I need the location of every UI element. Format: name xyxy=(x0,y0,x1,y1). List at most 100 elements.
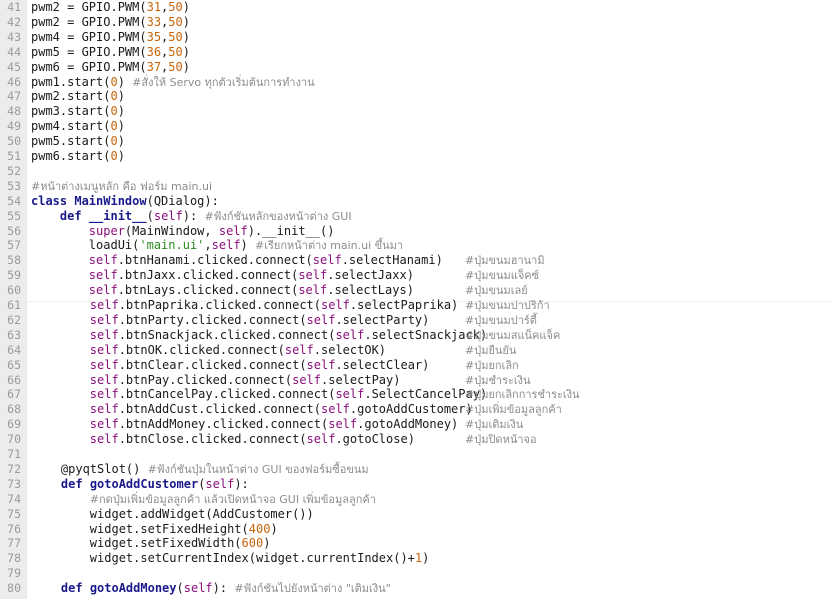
code-token: def xyxy=(60,581,90,596)
code-token: self xyxy=(205,476,235,491)
line-number: 59 xyxy=(7,268,21,283)
code-text: self.btnOK.clicked.connect(self.selectOK… xyxy=(32,343,386,358)
code-text: self.btnSnackjack.clicked.connect(self.s… xyxy=(32,328,487,343)
code-text: pwm2 = GPIO.PWM(31,50) xyxy=(31,0,190,15)
code-token: gotoAddCustomer xyxy=(89,476,199,491)
line-number: 49 xyxy=(7,119,21,134)
code-token: ) xyxy=(182,44,190,59)
code-text: pwm5 = GPIO.PWM(36,50) xyxy=(31,45,190,60)
code-token: self xyxy=(89,417,119,432)
line-number: 79 xyxy=(7,566,21,581)
code-token: self xyxy=(89,432,119,447)
code-token: 33 xyxy=(146,14,162,29)
code-text: @pyqtSlot() #ฟังก์ชันปุ่มในหน้าต่าง GUI … xyxy=(32,462,369,477)
line-number: 71 xyxy=(7,447,21,461)
line-number: 74 xyxy=(7,491,21,506)
code-token: 50 xyxy=(168,59,183,74)
code-token: .btnPaprika.clicked.connect( xyxy=(118,298,321,312)
line-number: 41 xyxy=(7,0,21,14)
code-token: pwm3.start( xyxy=(31,104,111,119)
line-number: 73 xyxy=(7,476,21,491)
code-token: #ฟังก์ชันปุ่มในหน้าต่าง GUI ของฟอร์มซื้อ… xyxy=(147,462,369,476)
line-number: 42 xyxy=(7,14,21,29)
line-number: 66 xyxy=(7,372,21,387)
code-token: self xyxy=(89,402,119,417)
code-token: pwm4 = GPIO.PWM( xyxy=(31,29,147,44)
line-number: 70 xyxy=(7,432,21,447)
code-text: self.btnCancelPay.clicked.connect(self.S… xyxy=(32,387,487,402)
line-number: 78 xyxy=(7,551,21,566)
line-number: 67 xyxy=(7,387,21,402)
code-token: ) xyxy=(182,59,190,74)
code-text: widget.setCurrentIndex(widget.currentInd… xyxy=(32,551,430,566)
inline-comment: #ปุ่มขนมสแน็คแจ็ค xyxy=(465,328,561,342)
code-token: self xyxy=(292,372,321,387)
code-token: .selectParty) xyxy=(335,312,430,327)
line-number: 50 xyxy=(7,134,21,149)
code-token: 37 xyxy=(146,59,162,74)
line-number: 54 xyxy=(7,193,21,208)
code-token: self xyxy=(284,342,314,357)
code-token: #เรียกหน้าต่าง main.ui ขึ้นมา xyxy=(255,239,404,253)
line-number: 60 xyxy=(7,283,21,298)
code-token: #สั่งให้ Servo ทุกตัวเริ่มต้นการทำงาน xyxy=(132,75,315,89)
code-token: self xyxy=(89,342,119,357)
code-text: self.btnPaprika.clicked.connect(self.sel… xyxy=(32,298,458,313)
code-token: pwm2 = GPIO.PWM( xyxy=(31,14,147,29)
code-token: pwm4.start( xyxy=(31,119,111,134)
inline-comment: #ปุ่มยืนยัน xyxy=(465,343,517,357)
line-number: 47 xyxy=(7,89,21,104)
code-token: self xyxy=(89,327,119,342)
code-token: self xyxy=(211,238,241,253)
code-token: ): xyxy=(234,476,249,491)
code-token: ) xyxy=(182,14,190,29)
code-token: def xyxy=(59,208,89,223)
code-text: pwm2.start(0) xyxy=(31,89,125,104)
code-token: pwm1.start( xyxy=(31,74,111,89)
inline-comment: #ปุ่มปิดหน้าจอ xyxy=(465,433,537,447)
code-token: self xyxy=(328,417,358,432)
code-token: class xyxy=(31,193,75,208)
code-token: widget.setCurrentIndex(widget.currentInd… xyxy=(32,551,415,566)
code-token: self xyxy=(183,581,213,596)
code-token: .gotoAddCustomer) xyxy=(349,402,473,417)
code-token: pwm5 = GPIO.PWM( xyxy=(31,44,147,59)
code-token: .btnAddCust.clicked.connect( xyxy=(118,402,321,417)
code-token: .btnAddMoney.clicked.connect( xyxy=(118,417,329,432)
code-text: widget.setFixedHeight(400) xyxy=(32,522,278,537)
code-token: 50 xyxy=(168,44,183,59)
code-token: 50 xyxy=(168,14,183,29)
line-number: 65 xyxy=(7,357,21,372)
code-text: class MainWindow(QDialog): xyxy=(31,194,219,209)
line-number: 58 xyxy=(7,253,21,268)
code-text: #กดปุ่มเพิ่มข้อมูลลูกค้า แล้วเปิดหน้าจอ … xyxy=(32,492,376,507)
code-token: ) xyxy=(117,134,125,149)
line-number: 48 xyxy=(7,104,21,119)
code-token: self xyxy=(89,372,119,387)
code-token: .selectClear) xyxy=(335,357,430,372)
code-token: pwm2.start( xyxy=(31,89,111,104)
code-token: ) xyxy=(117,119,125,134)
code-token: .btnParty.clicked.connect( xyxy=(118,312,307,327)
code-token: self xyxy=(335,387,365,402)
line-number: 72 xyxy=(7,461,21,476)
code-token: self xyxy=(306,357,336,372)
code-token: 0 xyxy=(110,104,118,119)
line-number: 69 xyxy=(7,417,21,432)
code-token: self xyxy=(298,268,328,283)
code-token: .selectHanami) xyxy=(341,253,443,268)
code-token: .btnHanami.clicked.connect( xyxy=(117,253,313,268)
code-token: .btnClose.clicked.connect( xyxy=(118,432,307,447)
code-token: self xyxy=(89,357,119,372)
code-text: self.btnClose.clicked.connect(self.gotoC… xyxy=(32,432,415,447)
code-editor[interactable]: 41 pwm2 = GPIO.PWM(31,50) 42 pwm2 = GPIO.PW… xyxy=(0,0,833,599)
code-text: pwm6 = GPIO.PWM(37,50) xyxy=(31,60,190,75)
inline-comment: #ปุ่มขนมฮานามิ xyxy=(465,254,545,268)
